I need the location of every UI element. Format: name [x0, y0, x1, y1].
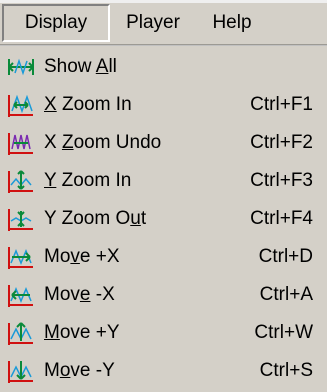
menu-item-show-all[interactable]: Show All [0, 48, 327, 86]
menu-item-shortcut: Ctrl+W [254, 322, 313, 343]
menu-item-label: Y Zoom In [44, 170, 132, 191]
y-zoom-in-icon [8, 170, 33, 193]
menu-item-shortcut: Ctrl+S [259, 360, 313, 381]
menu-item-move-minus-x[interactable]: Move -X Ctrl+A [0, 276, 327, 314]
menu-item-label: Move -Y [44, 360, 115, 381]
menu-item-label: Show All [44, 56, 117, 77]
menu-item-shortcut: Ctrl+F2 [250, 132, 313, 153]
menu-item-move-minus-y[interactable]: Move -Y Ctrl+S [0, 352, 327, 390]
menu-item-move-plus-x[interactable]: Move +X Ctrl+D [0, 238, 327, 276]
menu-item-shortcut: Ctrl+F4 [250, 208, 313, 229]
menu-item-label: X Zoom Undo [44, 132, 162, 153]
menu-item-y-zoom-in[interactable]: Y Zoom In Ctrl+F3 [0, 162, 327, 200]
y-zoom-out-icon [8, 209, 33, 231]
x-zoom-undo-icon [8, 133, 33, 155]
menu-help[interactable]: Help [204, 4, 260, 42]
menu-item-y-zoom-out[interactable]: Y Zoom Out Ctrl+F4 [0, 200, 327, 238]
move-minus-x-icon [8, 285, 33, 307]
menu-player[interactable]: Player [114, 4, 192, 42]
menu-item-shortcut: Ctrl+A [259, 284, 313, 305]
menu-item-label: Move -X [44, 284, 115, 305]
display-dropdown-menu: Show All X Zoom In Ctrl+F1 X Zoom Undo C… [0, 46, 327, 392]
x-zoom-in-icon [8, 94, 33, 117]
menu-item-x-zoom-in[interactable]: X Zoom In Ctrl+F1 [0, 86, 327, 124]
menu-item-x-zoom-undo[interactable]: X Zoom Undo Ctrl+F2 [0, 124, 327, 162]
menu-display[interactable]: Display [2, 4, 110, 42]
menu-bar-top-rule [0, 0, 327, 3]
move-plus-x-icon [8, 247, 33, 269]
move-minus-y-icon [8, 361, 33, 383]
menu-item-label: Move +X [44, 246, 120, 267]
show-all-icon [8, 58, 34, 76]
menu-item-label: X Zoom In [44, 94, 132, 115]
menu-item-label: Y Zoom Out [44, 208, 147, 229]
move-plus-y-icon [8, 322, 33, 345]
menu-item-shortcut: Ctrl+F3 [250, 170, 313, 191]
menu-bar: Display Player Help [0, 0, 327, 45]
menu-item-shortcut: Ctrl+D [258, 246, 313, 267]
menu-item-move-plus-y[interactable]: Move +Y Ctrl+W [0, 314, 327, 352]
menu-item-label: Move +Y [44, 322, 120, 343]
menu-item-shortcut: Ctrl+F1 [250, 94, 313, 115]
